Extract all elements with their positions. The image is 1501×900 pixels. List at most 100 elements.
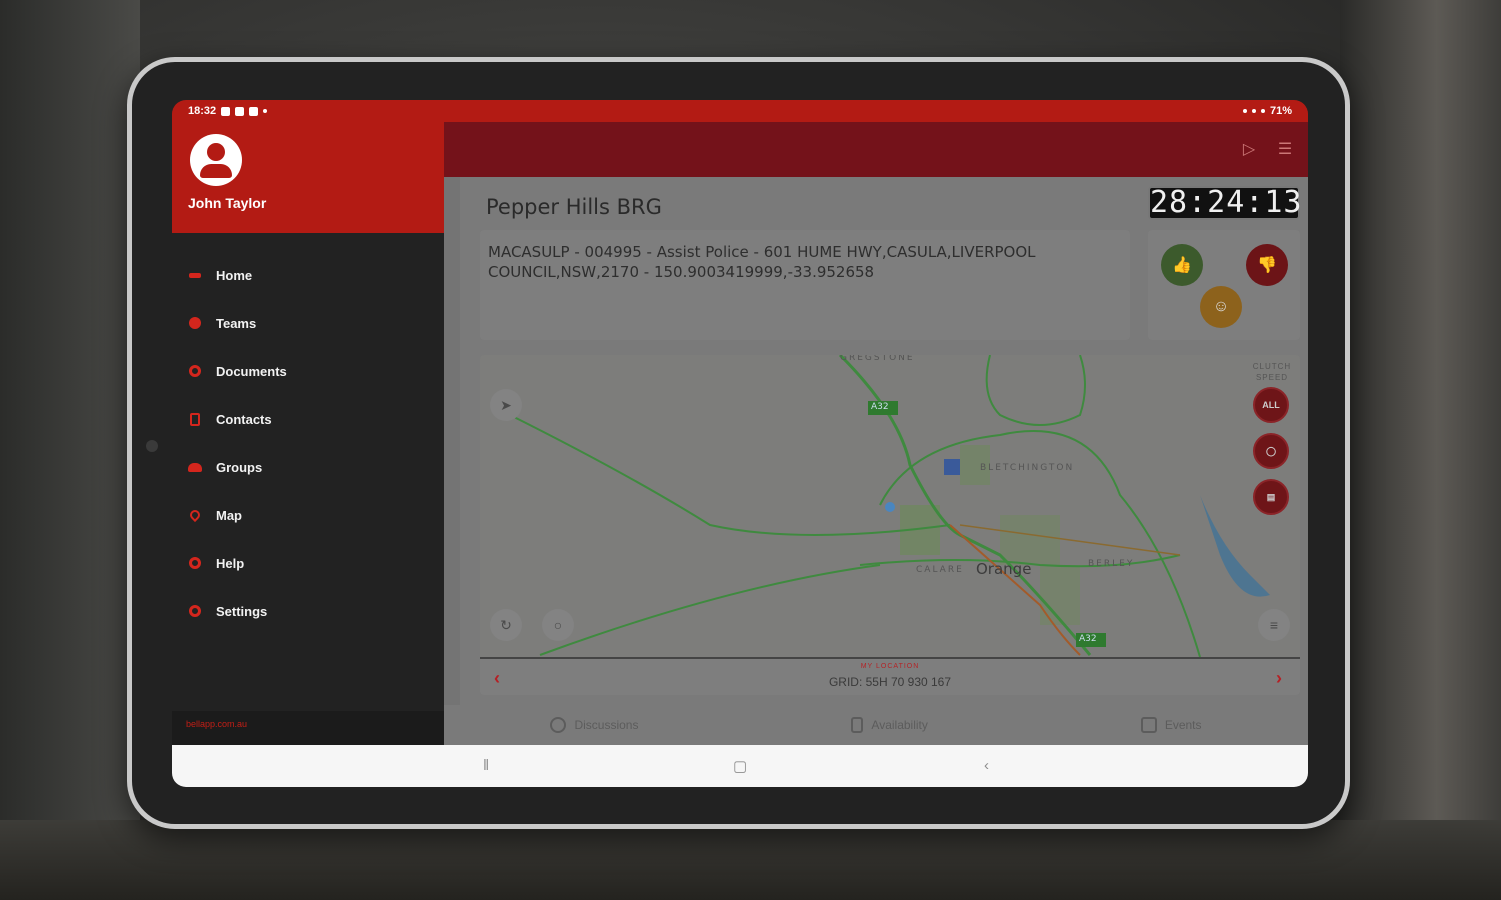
app-bar: ▷ ☰ <box>444 122 1308 177</box>
groups-icon <box>188 460 202 474</box>
tablet-frame: 18:32 71% John Taylor Home Teams Documen… <box>127 57 1350 829</box>
drawer-menu: Home Teams Documents Contacts Groups Map… <box>172 233 444 635</box>
avatar[interactable] <box>190 134 242 186</box>
nav-item-settings[interactable]: Settings <box>172 587 444 635</box>
location-icon <box>1251 109 1256 113</box>
drawer-footer-link[interactable]: bellapp.com.au <box>172 711 444 745</box>
page-strip <box>444 177 460 705</box>
event-title: Pepper Hills BRG <box>486 195 662 219</box>
my-location-icon[interactable]: ○ <box>542 609 574 641</box>
settings-icon <box>188 604 202 618</box>
battery-level: 71% <box>1269 105 1292 117</box>
nav-item-help[interactable]: Help <box>172 539 444 587</box>
contacts-icon <box>188 412 202 426</box>
background-bottom <box>0 820 1501 900</box>
tab-label: Availability <box>871 718 928 732</box>
phone-icon <box>851 717 864 733</box>
respond-yes-button[interactable]: 👍 <box>1161 244 1203 286</box>
nav-item-label: Help <box>216 555 245 571</box>
status-bar: 18:32 71% <box>172 100 1308 122</box>
map-suburb-label: BLETCHINGTON <box>980 463 1075 473</box>
layers-icon[interactable]: ≡ <box>1258 609 1290 641</box>
refresh-icon[interactable]: ↻ <box>490 609 522 641</box>
nav-item-label: Settings <box>216 603 268 619</box>
grid-caption: MY LOCATION <box>860 663 920 670</box>
road-shield-label: A32 <box>871 402 889 412</box>
drawer-header: John Taylor <box>172 122 444 233</box>
filter-vehicle-button[interactable]: ▤ <box>1253 479 1289 515</box>
map-city-label: Orange <box>976 560 1032 578</box>
grid-location-bar: ‹ MY LOCATION GRID: 55H 70 930 167 › <box>480 657 1300 695</box>
nav-item-map[interactable]: Map <box>172 491 444 539</box>
filter-title: CLUTCH SPEED <box>1252 362 1292 382</box>
tablet-screen: 18:32 71% John Taylor Home Teams Documen… <box>172 100 1308 787</box>
nav-item-documents[interactable]: Documents <box>172 347 444 395</box>
thumbs-down-icon: 👎 <box>1257 257 1277 274</box>
home-button-icon[interactable]: ▢ <box>733 757 747 775</box>
nav-item-groups[interactable]: Groups <box>172 443 444 491</box>
map-roads <box>509 355 1270 657</box>
event-description-card: MACASULP - 004995 - Assist Police - 601 … <box>480 230 1130 340</box>
teams-icon <box>188 316 202 330</box>
play-circle-icon[interactable]: ▷ <box>1240 141 1258 159</box>
filter-person-button[interactable]: ◯ <box>1253 433 1289 469</box>
thumbs-up-icon: 👍 <box>1172 257 1192 274</box>
map-suburb-label: CALARE <box>916 565 964 575</box>
grid-reference: GRID: 55H 70 930 167 <box>828 675 952 689</box>
road-shield-label: A32 <box>1079 634 1097 644</box>
home-icon <box>188 268 202 282</box>
next-arrow-icon[interactable]: › <box>1276 668 1282 689</box>
user-name: John Taylor <box>188 195 267 211</box>
event-detail: Pepper Hills BRG 28:24:13 MACASULP - 004… <box>444 177 1308 705</box>
documents-icon <box>188 364 202 378</box>
help-icon <box>188 556 202 570</box>
map-pin-icon <box>187 507 203 523</box>
back-icon[interactable]: ‹ <box>984 757 989 774</box>
event-timer: 28:24:13 <box>1148 185 1303 220</box>
menu-icon[interactable]: ☰ <box>1276 141 1294 159</box>
chat-icon <box>550 717 567 733</box>
respond-maybe-button[interactable]: ☺ <box>1200 286 1242 328</box>
vehicle-icon: ▤ <box>1266 491 1276 502</box>
map-view[interactable]: Orange BLETCHINGTON BERLEY CALARE GREGST… <box>480 355 1300 657</box>
recent-apps-icon[interactable]: ‖ <box>483 757 489 774</box>
map-suburb-label: BERLEY <box>1088 559 1135 569</box>
nav-item-label: Groups <box>216 459 263 475</box>
event-description: MACASULP - 004995 - Assist Police - 601 … <box>488 243 1036 281</box>
tab-availability[interactable]: Availability <box>851 717 928 733</box>
notification-dot-icon <box>263 109 268 113</box>
bluetooth-icon <box>1242 109 1247 113</box>
navigation-arrow-icon[interactable]: ➤ <box>490 389 522 421</box>
nav-item-teams[interactable]: Teams <box>172 299 444 347</box>
nav-item-contacts[interactable]: Contacts <box>172 395 444 443</box>
tab-label: Discussions <box>574 718 639 732</box>
nav-item-label: Map <box>216 507 242 523</box>
camera-icon <box>146 440 158 452</box>
map-suburb-label: GREGSTONE <box>840 355 915 363</box>
background-right <box>1340 0 1501 900</box>
main-content: ▷ ☰ Pepper Hills BRG 28:24:13 MACASULP -… <box>444 122 1308 745</box>
respond-no-button[interactable]: 👎 <box>1246 244 1288 286</box>
background-left <box>0 0 140 900</box>
settings-status-icon <box>249 106 259 116</box>
person-icon: ◯ <box>1265 445 1277 456</box>
calendar-icon <box>1140 717 1157 733</box>
filter-all-button[interactable]: ALL <box>1253 387 1289 423</box>
nav-item-label: Contacts <box>216 411 272 427</box>
neutral-face-icon: ☺ <box>1212 298 1230 315</box>
system-navigation-bar: ‖ ▢ ‹ <box>172 745 1308 787</box>
nav-item-label: Teams <box>216 315 257 331</box>
response-card: 👍 👎 ☺ <box>1148 230 1300 340</box>
tab-discussions[interactable]: Discussions <box>550 717 638 733</box>
bottom-tabs: Discussions Availability Events <box>444 705 1308 745</box>
nav-item-home[interactable]: Home <box>172 251 444 299</box>
nav-item-label: Home <box>216 267 253 283</box>
status-time: 18:32 <box>188 105 217 117</box>
tab-label: Events <box>1164 718 1202 732</box>
nav-item-label: Documents <box>216 363 287 379</box>
tab-events[interactable]: Events <box>1140 717 1202 733</box>
navigation-drawer: John Taylor Home Teams Documents Contact… <box>172 122 444 745</box>
wifi-icon <box>1260 109 1265 113</box>
message-icon <box>221 106 231 116</box>
map-card: Orange BLETCHINGTON BERLEY CALARE GREGST… <box>480 355 1300 695</box>
